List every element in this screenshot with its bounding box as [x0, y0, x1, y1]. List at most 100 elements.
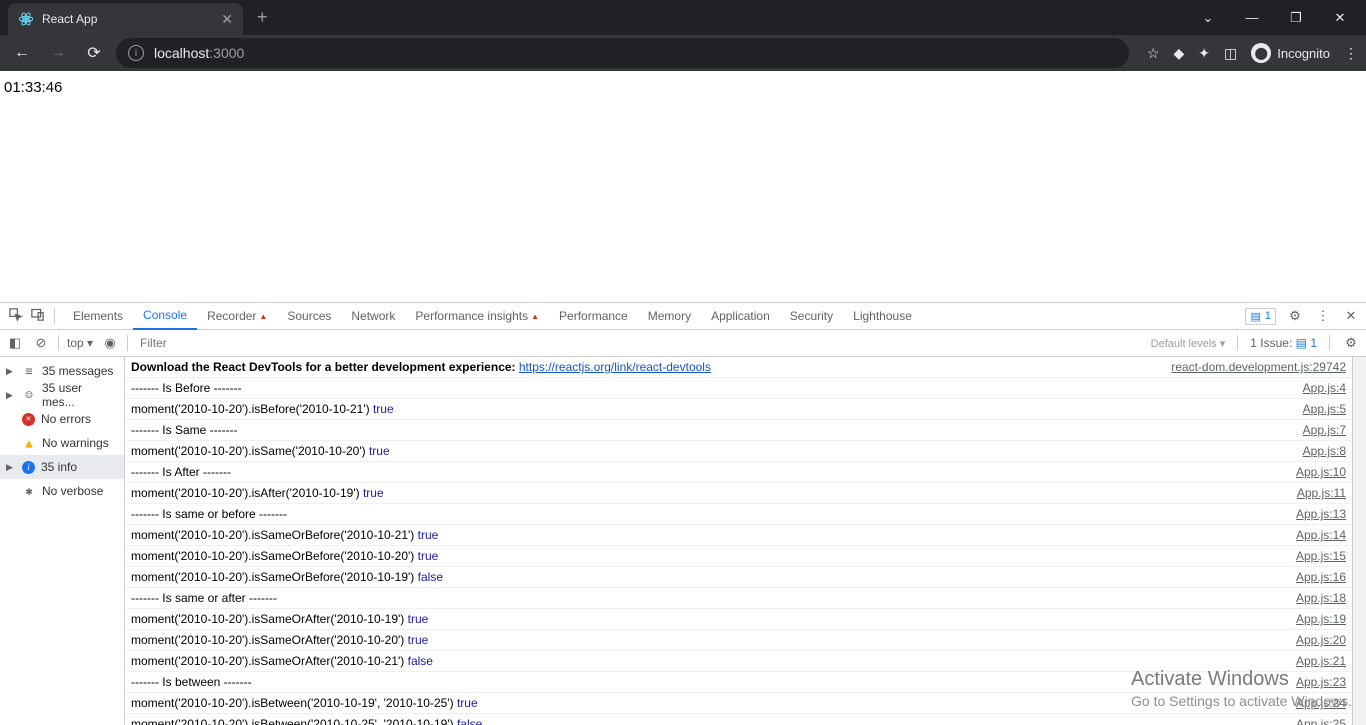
source-link[interactable]: App.js:24	[1284, 696, 1346, 710]
source-link[interactable]: App.js:4	[1291, 381, 1346, 395]
source-link[interactable]: App.js:16	[1284, 570, 1346, 584]
url-path: :3000	[209, 45, 244, 61]
console-log-row: moment('2010-10-20').isSameOrBefore('201…	[125, 546, 1352, 567]
timestamp-text: 01:33:46	[4, 79, 62, 96]
bookmark-star-icon[interactable]: ☆	[1147, 45, 1160, 62]
reload-button[interactable]: ⟳	[80, 43, 108, 63]
console-log-row: ------- Is between -------App.js:23	[125, 672, 1352, 693]
console-log-row: moment('2010-10-20').isSame('2010-10-20'…	[125, 441, 1352, 462]
tab-title: React App	[42, 12, 97, 26]
devtools-tab-console[interactable]: Console	[133, 303, 197, 330]
live-expression-icon[interactable]: ◉	[101, 335, 119, 351]
source-link[interactable]: App.js:7	[1291, 423, 1346, 437]
log-levels-selector[interactable]: Default levels ▾	[1151, 337, 1226, 350]
minimize-icon[interactable]: —	[1234, 10, 1270, 25]
devtools-menu-icon[interactable]: ⋮	[1314, 308, 1332, 324]
sidebar-filter-err[interactable]: ✕No errors	[0, 407, 124, 431]
devtools-tab-bar: ElementsConsoleRecorder ▲SourcesNetworkP…	[0, 303, 1366, 330]
devtools-tab-lighthouse[interactable]: Lighthouse	[843, 303, 922, 330]
console-log-row: ------- Is After -------App.js:10	[125, 462, 1352, 483]
devtools-tab-network[interactable]: Network	[341, 303, 405, 330]
close-window-icon[interactable]: ✕	[1322, 10, 1358, 26]
console-settings-icon[interactable]: ⚙	[1342, 335, 1360, 351]
filter-input[interactable]	[136, 334, 1143, 352]
chat-icon: ▤	[1250, 310, 1260, 323]
settings-gear-icon[interactable]: ⚙	[1286, 308, 1304, 324]
console-log-row: moment('2010-10-20').isSameOrBefore('201…	[125, 525, 1352, 546]
devtools-link[interactable]: https://reactjs.org/link/react-devtools	[519, 360, 711, 374]
url-input[interactable]: i localhost:3000	[116, 38, 1129, 68]
console-log-row: moment('2010-10-20').isAfter('2010-10-19…	[125, 483, 1352, 504]
source-link[interactable]: App.js:18	[1284, 591, 1346, 605]
source-link[interactable]: App.js:23	[1284, 675, 1346, 689]
device-toggle-icon[interactable]	[28, 307, 46, 325]
toolbar-icons: ☆ ◆ ✦ ◫ ⬤ Incognito ⋮	[1147, 43, 1358, 63]
site-info-icon[interactable]: i	[128, 45, 144, 61]
console-log-row: ------- Is same or after -------App.js:1…	[125, 588, 1352, 609]
new-tab-button[interactable]: +	[257, 7, 268, 28]
browser-tab-strip: React App ✕ + ⌄ — ❐ ✕	[0, 0, 1366, 35]
devtools-tab-recorder[interactable]: Recorder ▲	[197, 303, 277, 330]
devtools-tab-elements[interactable]: Elements	[63, 303, 133, 330]
browser-menu-icon[interactable]: ⋮	[1344, 45, 1358, 62]
source-link[interactable]: App.js:25	[1284, 717, 1346, 725]
issues-summary[interactable]: 1 Issue: ▤ 1	[1250, 336, 1317, 350]
back-button[interactable]: ←	[8, 44, 36, 62]
source-link[interactable]: App.js:14	[1284, 528, 1346, 542]
extensions-puzzle-icon[interactable]: ✦	[1198, 45, 1210, 62]
source-link[interactable]: App.js:11	[1285, 486, 1346, 500]
console-log-area[interactable]: Download the React DevTools for a better…	[125, 357, 1352, 725]
sidebar-filter-info[interactable]: ▶i35 info	[0, 455, 124, 479]
tab-close-icon[interactable]: ✕	[221, 11, 233, 28]
browser-tab[interactable]: React App ✕	[8, 3, 243, 35]
address-bar: ← → ⟳ i localhost:3000 ☆ ◆ ✦ ◫ ⬤ Incogni…	[0, 35, 1366, 71]
incognito-indicator[interactable]: ⬤ Incognito	[1251, 43, 1330, 63]
devtools-tab-security[interactable]: Security	[780, 303, 843, 330]
devtools-tab-sources[interactable]: Sources	[277, 303, 341, 330]
source-link[interactable]: App.js:20	[1284, 633, 1346, 647]
sidebar-filter-verb[interactable]: ✱No verbose	[0, 479, 124, 503]
console-log-row: moment('2010-10-20').isSameOrBefore('201…	[125, 567, 1352, 588]
forward-button[interactable]: →	[44, 44, 72, 62]
console-log-row: moment('2010-10-20').isSameOrAfter('2010…	[125, 630, 1352, 651]
source-link[interactable]: App.js:13	[1284, 507, 1346, 521]
inspect-element-icon[interactable]	[6, 307, 24, 325]
devtools-tab-application[interactable]: Application	[701, 303, 780, 330]
console-log-row: moment('2010-10-20').isSameOrAfter('2010…	[125, 651, 1352, 672]
incognito-icon: ⬤	[1251, 43, 1271, 63]
page-content: 01:33:46	[0, 71, 1366, 302]
console-sidebar: ▶≡35 messages▶☺35 user mes...✕No errors▲…	[0, 357, 125, 725]
sidebar-filter-msg[interactable]: ▶≡35 messages	[0, 359, 124, 383]
devtools-close-icon[interactable]: ✕	[1342, 308, 1360, 324]
source-link[interactable]: react-dom.development.js:29742	[1159, 360, 1346, 374]
side-panel-icon[interactable]: ◫	[1224, 45, 1237, 62]
devtools-tab-memory[interactable]: Memory	[638, 303, 701, 330]
console-log-row: ------- Is Before -------App.js:4	[125, 378, 1352, 399]
console-toolbar: ◧ ⊘ top ▾ ◉ Default levels ▾ 1 Issue: ▤ …	[0, 330, 1366, 357]
react-favicon-icon	[18, 11, 34, 27]
source-link[interactable]: App.js:15	[1284, 549, 1346, 563]
context-selector[interactable]: top ▾	[67, 336, 93, 350]
sidebar-toggle-icon[interactable]: ◧	[6, 335, 24, 351]
source-link[interactable]: App.js:8	[1291, 444, 1346, 458]
source-link[interactable]: App.js:19	[1284, 612, 1346, 626]
url-host: localhost	[154, 45, 209, 61]
console-log-row: Download the React DevTools for a better…	[125, 357, 1352, 378]
chevron-down-icon[interactable]: ⌄	[1190, 10, 1226, 26]
console-log-row: moment('2010-10-20').isSameOrAfter('2010…	[125, 609, 1352, 630]
sidebar-filter-user[interactable]: ▶☺35 user mes...	[0, 383, 124, 407]
source-link[interactable]: App.js:21	[1284, 654, 1346, 668]
console-log-row: moment('2010-10-20').isBetween('2010-10-…	[125, 693, 1352, 714]
source-link[interactable]: App.js:10	[1284, 465, 1346, 479]
sidebar-filter-warn[interactable]: ▲No warnings	[0, 431, 124, 455]
maximize-icon[interactable]: ❐	[1278, 10, 1314, 26]
devtools-tab-performance-insights[interactable]: Performance insights ▲	[405, 303, 549, 330]
issues-indicator[interactable]: ▤ 1	[1245, 308, 1276, 325]
extension-icon[interactable]: ◆	[1173, 45, 1184, 62]
clear-console-icon[interactable]: ⊘	[32, 335, 50, 351]
source-link[interactable]: App.js:5	[1291, 402, 1346, 416]
devtools-tab-performance[interactable]: Performance	[549, 303, 638, 330]
scrollbar[interactable]	[1352, 357, 1366, 725]
console-log-row: moment('2010-10-20').isBetween('2010-10-…	[125, 714, 1352, 725]
console-log-row: moment('2010-10-20').isBefore('2010-10-2…	[125, 399, 1352, 420]
